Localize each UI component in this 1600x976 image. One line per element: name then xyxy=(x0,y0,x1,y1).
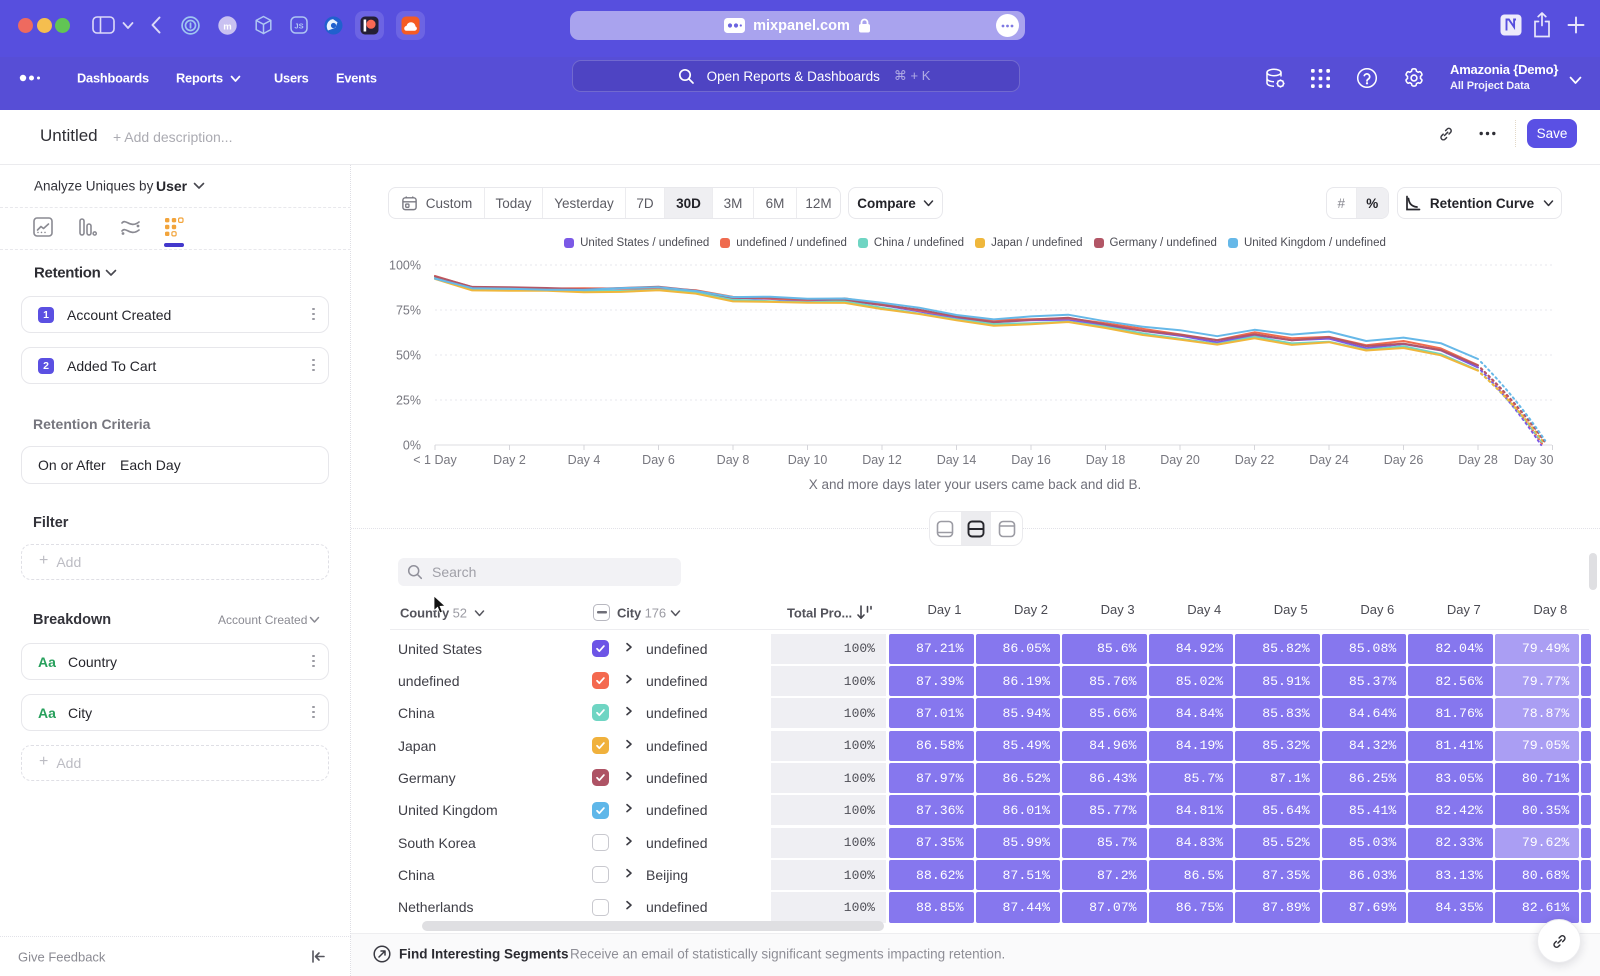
svg-text:100%: 100% xyxy=(389,259,421,273)
svg-text:Day 6: Day 6 xyxy=(642,453,675,467)
svg-text:75%: 75% xyxy=(396,304,421,318)
svg-text:X and more days later your use: X and more days later your users came ba… xyxy=(809,477,1141,492)
svg-text:Day 20: Day 20 xyxy=(1160,453,1200,467)
svg-text:Day 12: Day 12 xyxy=(862,453,902,467)
svg-text:Day 26: Day 26 xyxy=(1384,453,1424,467)
svg-text:Day 4: Day 4 xyxy=(568,453,601,467)
svg-text:Day 18: Day 18 xyxy=(1086,453,1126,467)
svg-text:Day 2: Day 2 xyxy=(493,453,526,467)
svg-text:50%: 50% xyxy=(396,349,421,363)
svg-text:Day 22: Day 22 xyxy=(1235,453,1275,467)
svg-text:Day 24: Day 24 xyxy=(1309,453,1349,467)
svg-text:0%: 0% xyxy=(403,439,421,453)
svg-text:Day 30: Day 30 xyxy=(1514,453,1554,467)
svg-text:Day 14: Day 14 xyxy=(937,453,977,467)
svg-text:< 1 Day: < 1 Day xyxy=(413,453,457,467)
svg-text:Day 8: Day 8 xyxy=(717,453,750,467)
svg-text:m: m xyxy=(223,21,231,32)
svg-text:Day 16: Day 16 xyxy=(1011,453,1051,467)
svg-text:Day 28: Day 28 xyxy=(1458,453,1498,467)
svg-text:Day 10: Day 10 xyxy=(788,453,828,467)
svg-text:25%: 25% xyxy=(396,394,421,408)
svg-text:JS: JS xyxy=(294,22,303,31)
